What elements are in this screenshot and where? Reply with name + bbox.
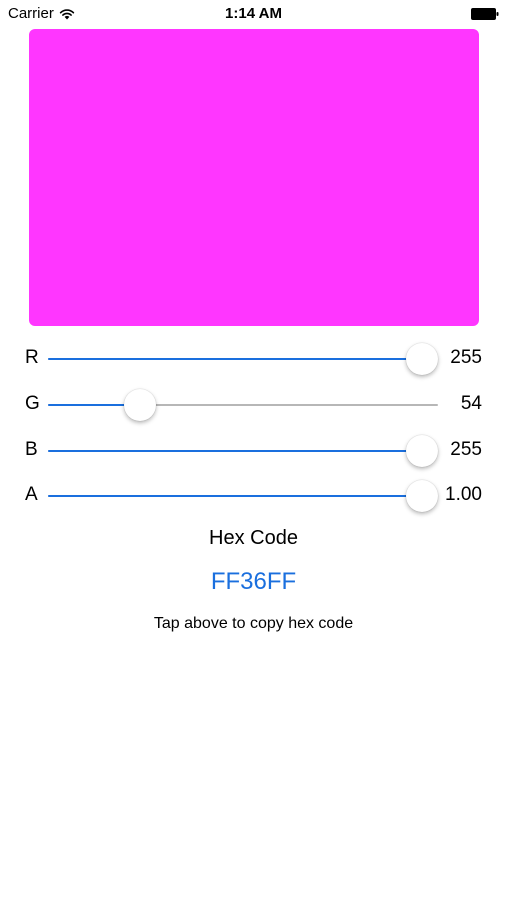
slider-row-alpha: A 1.00 (0, 476, 507, 516)
alpha-slider[interactable] (48, 495, 438, 497)
red-slider-thumb[interactable] (406, 343, 438, 375)
slider-label-red: R (25, 347, 39, 368)
slider-row-blue: B 255 (0, 431, 507, 471)
blue-value: 255 (450, 439, 482, 460)
slider-label-alpha: A (25, 484, 38, 505)
slider-row-green: G 54 (0, 385, 507, 425)
green-slider[interactable] (48, 404, 438, 406)
red-slider[interactable] (48, 358, 438, 360)
color-preview (29, 29, 479, 326)
hex-code-button[interactable]: FF36FF (0, 568, 507, 596)
slider-label-blue: B (25, 439, 38, 460)
status-time: 1:14 AM (225, 5, 282, 22)
red-slider-fill (48, 358, 422, 360)
red-value: 255 (450, 347, 482, 368)
blue-slider-fill (48, 450, 422, 452)
alpha-slider-thumb[interactable] (406, 480, 438, 512)
blue-slider[interactable] (48, 450, 438, 452)
slider-row-red: R 255 (0, 339, 507, 379)
copy-hint: Tap above to copy hex code (153, 615, 354, 632)
slider-label-green: G (25, 393, 40, 414)
green-slider-thumb[interactable] (123, 389, 156, 421)
hex-code-title: Hex Code (209, 527, 298, 549)
green-value: 54 (460, 393, 482, 414)
status-bar: Carrier 1:14 AM (0, 0, 507, 28)
alpha-slider-fill (48, 495, 422, 497)
alpha-value: 1.00 (445, 484, 482, 505)
battery-icon (471, 8, 499, 20)
blue-slider-thumb[interactable] (406, 435, 438, 467)
